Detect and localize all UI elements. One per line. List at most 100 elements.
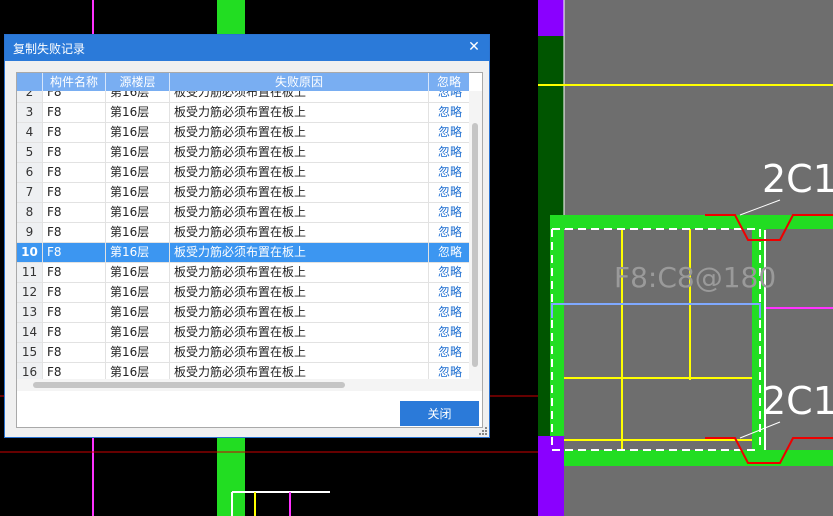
cad-label-2c1-bottom: 2C1	[762, 379, 833, 423]
cell-floor: 第16层	[106, 123, 170, 142]
cell-reason: 板受力筋必须布置在板上	[170, 203, 429, 222]
table-row[interactable]: 5 F8 第16层 板受力筋必须布置在板上 忽略	[17, 143, 469, 163]
ignore-link[interactable]: 忽略	[429, 303, 469, 322]
table-row[interactable]: 12 F8 第16层 板受力筋必须布置在板上 忽略	[17, 283, 469, 303]
ignore-link[interactable]: 忽略	[429, 123, 469, 142]
cad-purple-column	[538, 436, 564, 516]
cell-name: F8	[43, 303, 106, 322]
cell-name: F8	[43, 123, 106, 142]
table-row[interactable]: 2 F8 第16层 板受力筋必须布置在板上 忽略	[17, 91, 469, 103]
cell-floor: 第16层	[106, 243, 170, 262]
row-number: 3	[17, 103, 43, 122]
ignore-link[interactable]: 忽略	[429, 223, 469, 242]
cad-label-rebar: F8:C8@180	[614, 261, 776, 294]
table-row[interactable]: 6 F8 第16层 板受力筋必须布置在板上 忽略	[17, 163, 469, 183]
table-row[interactable]: 15 F8 第16层 板受力筋必须布置在板上 忽略	[17, 343, 469, 363]
row-number: 9	[17, 223, 43, 242]
ignore-link[interactable]: 忽略	[429, 203, 469, 222]
row-number: 10	[17, 243, 43, 262]
cell-name: F8	[43, 103, 106, 122]
ignore-link[interactable]: 忽略	[429, 143, 469, 162]
ignore-link[interactable]: 忽略	[429, 343, 469, 362]
table-row[interactable]: 9 F8 第16层 板受力筋必须布置在板上 忽略	[17, 223, 469, 243]
vertical-scrollbar[interactable]	[469, 91, 482, 379]
cell-name: F8	[43, 91, 106, 102]
table-row[interactable]: 10 F8 第16层 板受力筋必须布置在板上 忽略	[17, 243, 469, 263]
vertical-scroll-thumb[interactable]	[472, 123, 478, 367]
ignore-link[interactable]: 忽略	[429, 263, 469, 282]
cell-name: F8	[43, 283, 106, 302]
cad-green-beam-bottom	[550, 450, 833, 466]
cell-name: F8	[43, 263, 106, 282]
cell-reason: 板受力筋必须布置在板上	[170, 283, 429, 302]
cell-reason: 板受力筋必须布置在板上	[170, 363, 429, 379]
cad-green-beam-top	[550, 215, 833, 229]
dialog-titlebar[interactable]: 复制失败记录 ✕	[5, 35, 489, 61]
horizontal-scroll-thumb[interactable]	[33, 382, 345, 388]
table-row[interactable]: 14 F8 第16层 板受力筋必须布置在板上 忽略	[17, 323, 469, 343]
close-icon[interactable]: ✕	[465, 38, 483, 56]
ignore-link[interactable]: 忽略	[429, 243, 469, 262]
row-number: 6	[17, 163, 43, 182]
table-row[interactable]: 4 F8 第16层 板受力筋必须布置在板上 忽略	[17, 123, 469, 143]
cell-floor: 第16层	[106, 303, 170, 322]
copy-failure-dialog: 复制失败记录 ✕ 构件名称 源楼层 失败原因 忽略 2 F8 第16层 板受力筋必须布…	[4, 34, 490, 438]
table-row[interactable]: 11 F8 第16层 板受力筋必须布置在板上 忽略	[17, 263, 469, 283]
cell-name: F8	[43, 243, 106, 262]
cell-reason: 板受力筋必须布置在板上	[170, 163, 429, 182]
cell-floor: 第16层	[106, 163, 170, 182]
header-floor[interactable]: 源楼层	[106, 73, 170, 91]
header-reason[interactable]: 失败原因	[170, 73, 429, 91]
table-body: 2 F8 第16层 板受力筋必须布置在板上 忽略 3 F8 第16层 板受力筋必须布置在板上 忽略…	[17, 91, 469, 379]
horizontal-scrollbar[interactable]	[17, 379, 482, 391]
table-header: 构件名称 源楼层 失败原因 忽略	[17, 73, 469, 91]
row-number: 8	[17, 203, 43, 222]
cell-reason: 板受力筋必须布置在板上	[170, 123, 429, 142]
row-number: 2	[17, 91, 43, 102]
cell-floor: 第16层	[106, 91, 170, 102]
ignore-link[interactable]: 忽略	[429, 103, 469, 122]
row-number: 14	[17, 323, 43, 342]
header-row-number	[17, 73, 43, 91]
cell-name: F8	[43, 223, 106, 242]
cell-reason: 板受力筋必须布置在板上	[170, 323, 429, 342]
header-ignore[interactable]: 忽略	[429, 73, 469, 91]
cell-reason: 板受力筋必须布置在板上	[170, 263, 429, 282]
cell-reason: 板受力筋必须布置在板上	[170, 303, 429, 322]
cad-slab-area	[538, 0, 833, 516]
table-row[interactable]: 8 F8 第16层 板受力筋必须布置在板上 忽略	[17, 203, 469, 223]
cell-reason: 板受力筋必须布置在板上	[170, 343, 429, 362]
ignore-link[interactable]: 忽略	[429, 283, 469, 302]
cell-floor: 第16层	[106, 223, 170, 242]
table-row[interactable]: 13 F8 第16层 板受力筋必须布置在板上 忽略	[17, 303, 469, 323]
cell-name: F8	[43, 143, 106, 162]
row-number: 15	[17, 343, 43, 362]
cell-floor: 第16层	[106, 363, 170, 379]
cell-name: F8	[43, 343, 106, 362]
resize-grip-icon[interactable]	[479, 427, 487, 435]
ignore-link[interactable]: 忽略	[429, 163, 469, 182]
ignore-link[interactable]: 忽略	[429, 91, 469, 102]
ignore-link[interactable]: 忽略	[429, 323, 469, 342]
cell-reason: 板受力筋必须布置在板上	[170, 91, 429, 102]
cell-reason: 板受力筋必须布置在板上	[170, 243, 429, 262]
ignore-link[interactable]: 忽略	[429, 183, 469, 202]
table-row[interactable]: 3 F8 第16层 板受力筋必须布置在板上 忽略	[17, 103, 469, 123]
dialog-title: 复制失败记录	[13, 42, 86, 56]
cell-name: F8	[43, 203, 106, 222]
row-number: 4	[17, 123, 43, 142]
row-number: 5	[17, 143, 43, 162]
table-row[interactable]: 7 F8 第16层 板受力筋必须布置在板上 忽略	[17, 183, 469, 203]
cell-reason: 板受力筋必须布置在板上	[170, 183, 429, 202]
table-row[interactable]: 16 F8 第16层 板受力筋必须布置在板上 忽略	[17, 363, 469, 379]
cell-floor: 第16层	[106, 103, 170, 122]
row-number: 13	[17, 303, 43, 322]
cell-name: F8	[43, 163, 106, 182]
header-name[interactable]: 构件名称	[43, 73, 106, 91]
row-number: 12	[17, 283, 43, 302]
close-button[interactable]: 关闭	[400, 401, 479, 426]
ignore-link[interactable]: 忽略	[429, 363, 469, 379]
cad-purple-column	[538, 0, 564, 36]
cell-floor: 第16层	[106, 203, 170, 222]
failure-table: 构件名称 源楼层 失败原因 忽略 2 F8 第16层 板受力筋必须布置在板上 忽略 3 F8…	[16, 72, 483, 428]
